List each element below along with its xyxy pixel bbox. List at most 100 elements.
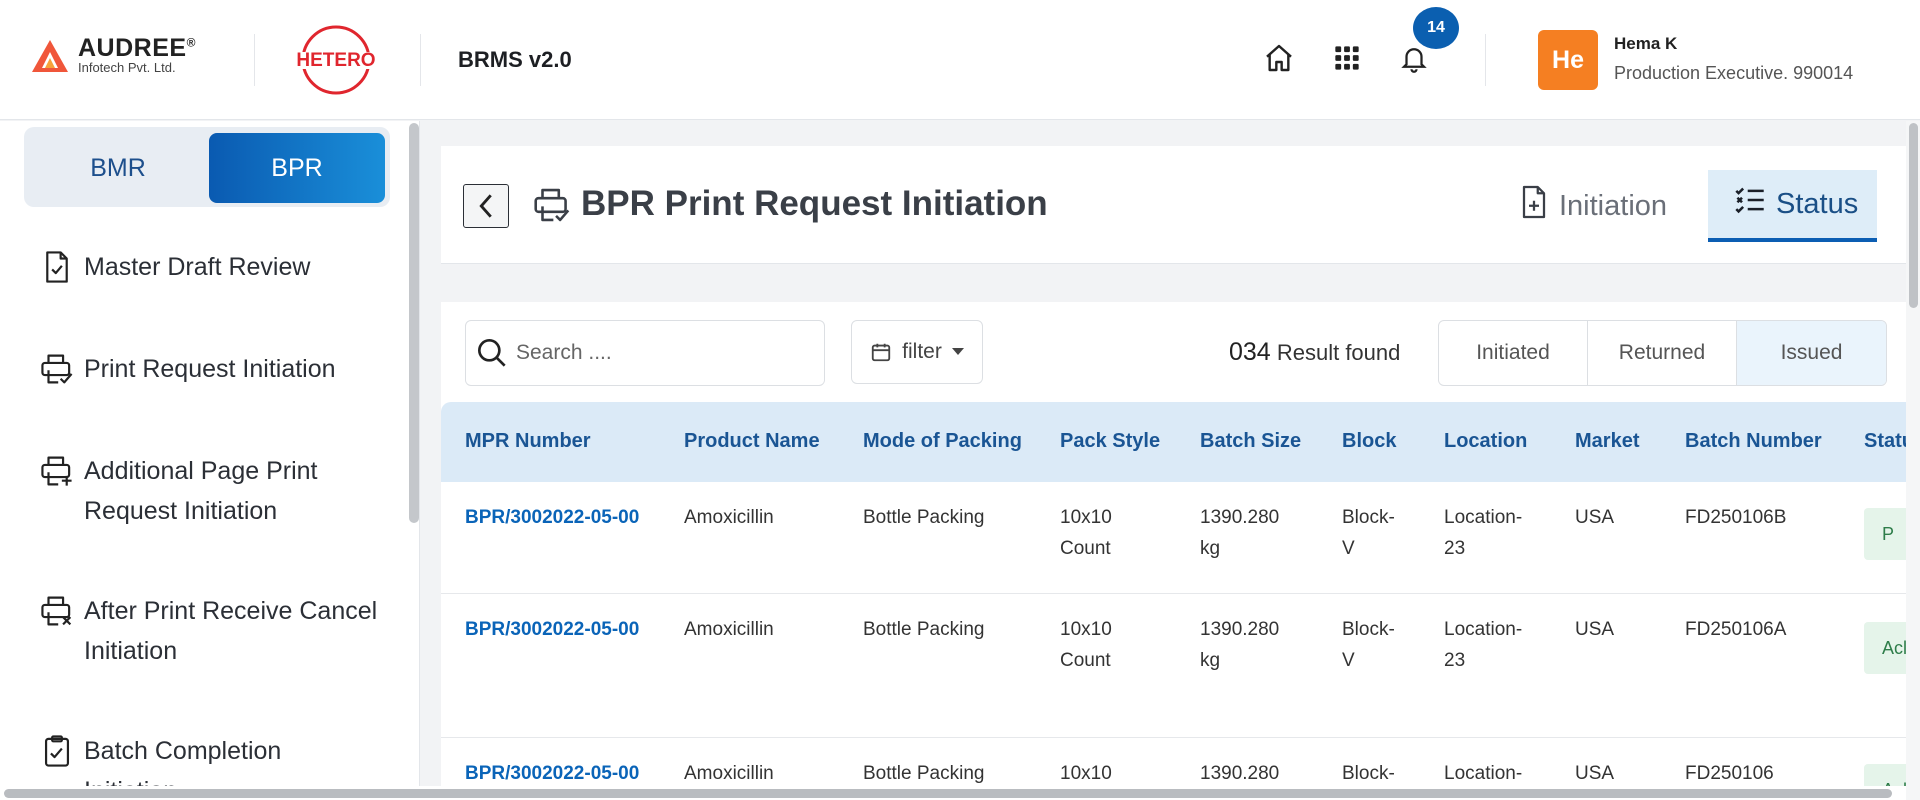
sidebar-item-label-line2: Request Initiation — [84, 497, 278, 525]
apps-grid-icon[interactable] — [1325, 36, 1369, 80]
hetero-logo-text: HETERO — [296, 50, 376, 71]
file-plus-icon — [1519, 184, 1549, 228]
brand-registered-mark: ® — [186, 35, 196, 50]
column-header[interactable]: Location — [1444, 430, 1527, 453]
column-header[interactable]: Statu — [1864, 430, 1907, 453]
search-box[interactable] — [465, 320, 825, 386]
tab-label: Status — [1776, 187, 1859, 220]
result-count: 034 Result found — [1229, 338, 1400, 367]
hetero-logo: HETERO — [290, 22, 382, 98]
market: USA — [1575, 507, 1615, 528]
filter-initiated[interactable]: Initiated — [1439, 321, 1588, 385]
batch-number: FD250106A — [1685, 619, 1787, 640]
notification-badge[interactable]: 14 — [1413, 7, 1459, 49]
back-button[interactable] — [463, 184, 509, 228]
tab-label: Initiation — [1559, 189, 1668, 222]
column-header[interactable]: MPR Number — [465, 430, 591, 453]
column-header[interactable]: Mode of Packing — [863, 430, 1022, 453]
filter-returned[interactable]: Returned — [1588, 321, 1737, 385]
tab-status[interactable]: Status — [1708, 170, 1877, 242]
sidebar-scrollbar[interactable] — [406, 121, 419, 800]
page-scrollbar[interactable] — [1906, 121, 1920, 800]
table-header: MPR Number Product Name Mode of Packing … — [441, 402, 1907, 482]
sidebar-item-master-draft-review[interactable]: Master Draft Review — [40, 247, 400, 287]
mode-of-packing: Bottle Packing — [863, 507, 985, 528]
block-line1: Block- — [1342, 619, 1395, 640]
sidebar-item-label-line1: Additional Page Print — [84, 457, 318, 485]
location-line2: 23 — [1444, 538, 1466, 559]
mode-of-packing: Bottle Packing — [863, 619, 985, 640]
batch-size: 1390.280 — [1200, 763, 1280, 784]
toggle-bpr[interactable]: BPR — [209, 133, 385, 203]
pack-style-line2: Count — [1060, 650, 1111, 671]
filter-issued[interactable]: Issued — [1737, 321, 1886, 385]
sidebar-item-after-print-receive-cancel[interactable]: After Print Receive Cancel Initiation — [40, 591, 400, 671]
sidebar-item-label-line2: Initiation — [84, 637, 178, 665]
status-badge: Acl — [1864, 622, 1907, 674]
filter-label: filter — [902, 340, 942, 363]
tab-initiation[interactable]: Initiation — [1519, 170, 1667, 242]
column-header[interactable]: Batch Number — [1685, 430, 1822, 453]
column-header[interactable]: Product Name — [684, 430, 820, 453]
mpr-number-link[interactable]: BPR/3002022-05-00 — [465, 614, 639, 645]
calendar-icon — [871, 343, 891, 362]
checklist-icon — [1734, 186, 1766, 222]
block: Block- — [1342, 763, 1395, 784]
location-line1: Location- — [1444, 507, 1523, 528]
caret-down-icon — [951, 348, 964, 355]
market: USA — [1575, 763, 1615, 784]
mode-of-packing: Bottle Packing — [863, 763, 985, 784]
user-name[interactable]: Hema K — [1614, 34, 1677, 54]
column-header[interactable]: Batch Size — [1200, 430, 1301, 453]
pack-style-line1: 10x10 — [1060, 507, 1112, 528]
header-divider — [1485, 34, 1486, 86]
block-line2: V — [1342, 538, 1355, 559]
sidebar-item-print-request-initiation[interactable]: Print Request Initiation — [40, 349, 400, 389]
location-line1: Location- — [1444, 619, 1523, 640]
batch-size-line2: kg — [1200, 650, 1221, 671]
sidebar-item-additional-page-print[interactable]: Additional Page Print Request Initiation — [40, 451, 400, 531]
column-header[interactable]: Pack Style — [1060, 430, 1160, 453]
column-header[interactable]: Market — [1575, 430, 1639, 453]
block-line1: Block- — [1342, 507, 1395, 528]
brand-name: AUDREE — [78, 34, 187, 62]
printer-check-icon — [533, 186, 573, 226]
mpr-number-link[interactable]: BPR/3002022-05-00 — [465, 502, 639, 533]
product-name: Amoxicillin — [684, 619, 774, 640]
status-badge: P — [1864, 508, 1907, 560]
horizontal-scrollbar-thumb[interactable] — [4, 789, 1892, 798]
table-row[interactable]: BPR/3002022-05-00 Amoxicillin Bottle Pac… — [441, 482, 1907, 594]
mpr-number-link[interactable]: BPR/3002022-05-00 — [465, 758, 639, 789]
sidebar-item-label-line1: Batch Completion — [84, 737, 282, 765]
audree-logo[interactable]: AUDREE® Infotech Pvt. Ltd. — [30, 36, 196, 75]
sidebar-scrollbar-thumb[interactable] — [409, 123, 419, 523]
home-icon[interactable] — [1257, 36, 1301, 80]
printer-x-icon — [40, 591, 74, 631]
horizontal-scrollbar[interactable] — [0, 786, 1906, 800]
chevron-left-icon — [479, 194, 492, 218]
pack-style: 10x10 — [1060, 763, 1112, 784]
avatar[interactable]: He — [1538, 30, 1598, 90]
filter-button[interactable]: filter — [851, 320, 983, 384]
batch-size-line2: kg — [1200, 538, 1221, 559]
column-header[interactable]: Block — [1342, 430, 1396, 453]
location: Location- 23 — [1444, 502, 1522, 564]
page-scrollbar-thumb[interactable] — [1909, 123, 1918, 308]
header-divider — [420, 34, 421, 86]
bmr-bpr-toggle: BMR BPR — [24, 127, 390, 207]
location-line2: 23 — [1444, 650, 1466, 671]
toggle-bmr[interactable]: BMR — [30, 133, 206, 203]
table-row[interactable]: BPR/3002022-05-00 Amoxicillin Bottle Pac… — [441, 594, 1907, 738]
page-title: BPR Print Request Initiation — [581, 184, 1048, 223]
result-count-number: 034 — [1229, 338, 1271, 366]
product-name: Amoxicillin — [684, 763, 774, 784]
block-line2: V — [1342, 650, 1355, 671]
search-input[interactable] — [516, 341, 796, 365]
audree-logo-icon — [32, 39, 68, 72]
brand-subtitle: Infotech Pvt. Ltd. — [78, 60, 176, 75]
result-count-text: Result found — [1276, 340, 1401, 365]
pack-style: 10x10 Count — [1060, 502, 1112, 564]
clipboard-check-icon — [40, 731, 74, 771]
search-icon — [478, 339, 506, 367]
top-header: AUDREE® Infotech Pvt. Ltd. HETERO BRMS v… — [0, 0, 1920, 120]
